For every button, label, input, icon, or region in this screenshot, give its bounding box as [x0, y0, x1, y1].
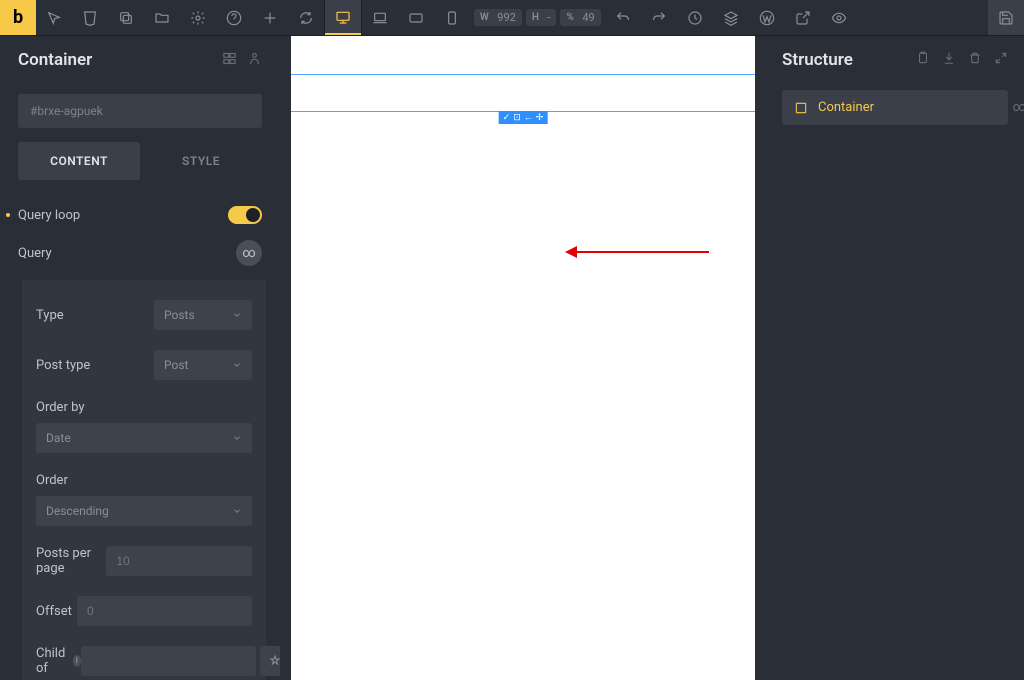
layout-icon[interactable] [222, 51, 237, 70]
type-label: Type [36, 308, 64, 323]
canvas-area: ✓⊡←✢ [280, 36, 766, 680]
element-handle[interactable]: ✓⊡←✢ [499, 111, 548, 124]
logo[interactable]: b [0, 0, 36, 35]
tablet-landscape-icon[interactable] [398, 0, 434, 35]
query-settings: Type Posts Post type Post Order by Date … [22, 280, 266, 680]
pointer-icon[interactable] [36, 0, 72, 35]
query-loop-toggle[interactable] [228, 206, 262, 224]
refresh-icon[interactable] [288, 0, 324, 35]
trash-icon[interactable] [968, 51, 982, 69]
element-id-input[interactable]: #brxe-agpuek [18, 94, 262, 128]
ppp-input[interactable] [106, 546, 252, 576]
tab-content[interactable]: CONTENT [18, 142, 140, 180]
structure-panel: Structure Container ∞ [766, 36, 1024, 680]
query-loop-row: Query loop [0, 198, 280, 232]
container-icon [794, 101, 808, 115]
width-box[interactable]: W992 [474, 9, 522, 26]
panel-title: Container [18, 50, 92, 70]
desktop-view-icon[interactable] [325, 0, 361, 35]
panel-header: Container [0, 36, 280, 84]
query-label: Query [18, 246, 52, 261]
type-select[interactable]: Posts [154, 300, 252, 330]
plus-icon[interactable] [252, 0, 288, 35]
left-panel: Container #brxe-agpuek CONTENT STYLE Que… [0, 36, 280, 680]
copy-icon[interactable] [108, 0, 144, 35]
post-type-select[interactable]: Post [154, 350, 252, 380]
annotation-arrow [569, 251, 709, 253]
gear-icon[interactable] [180, 0, 216, 35]
signature-icon[interactable] [247, 51, 262, 70]
selected-container-outline[interactable] [291, 74, 755, 112]
dimension-controls: W992 H- %49 [470, 0, 605, 35]
structure-item-label: Container [818, 100, 874, 115]
child-of-input[interactable] [81, 646, 256, 676]
help-icon[interactable] [216, 0, 252, 35]
query-loop-indicator-icon[interactable]: ∞ [236, 240, 262, 266]
offset-input[interactable] [77, 596, 252, 626]
collapse-icon[interactable] [994, 51, 1008, 69]
undo-icon[interactable] [605, 0, 641, 35]
wordpress-icon[interactable] [749, 0, 785, 35]
layers-icon[interactable] [713, 0, 749, 35]
css-icon[interactable] [72, 0, 108, 35]
height-box[interactable]: H- [526, 9, 557, 26]
download-icon[interactable] [942, 51, 956, 69]
folder-icon[interactable] [144, 0, 180, 35]
tabs: CONTENT STYLE [18, 142, 262, 180]
topbar: b W992 H- %49 [0, 0, 1024, 36]
query-row: Query ∞ [0, 232, 280, 274]
structure-title: Structure [782, 50, 853, 70]
laptop-view-icon[interactable] [362, 0, 398, 35]
clipboard-icon[interactable] [916, 51, 930, 69]
eye-icon[interactable] [821, 0, 857, 35]
order-by-select[interactable]: Date [36, 423, 252, 453]
save-icon[interactable] [988, 0, 1024, 35]
order-label: Order [36, 473, 252, 488]
redo-icon[interactable] [641, 0, 677, 35]
external-link-icon[interactable] [785, 0, 821, 35]
order-select[interactable]: Descending [36, 496, 252, 526]
zoom-box[interactable]: %49 [560, 9, 600, 26]
query-loop-label: Query loop [18, 208, 80, 223]
order-by-label: Order by [36, 400, 252, 415]
history-icon[interactable] [677, 0, 713, 35]
info-icon[interactable]: i [73, 655, 82, 667]
tab-style[interactable]: STYLE [140, 142, 262, 180]
ppp-label: Posts per page [36, 546, 106, 576]
canvas[interactable]: ✓⊡←✢ [291, 36, 755, 680]
loop-indicator-icon: ∞ [1013, 100, 1024, 115]
structure-item-container[interactable]: Container ∞ [782, 90, 1008, 125]
dynamic-data-icon[interactable] [260, 646, 280, 676]
child-of-label: Child ofi [36, 646, 81, 676]
tablet-portrait-icon[interactable] [434, 0, 470, 35]
post-type-label: Post type [36, 358, 90, 373]
offset-label: Offset [36, 604, 72, 619]
